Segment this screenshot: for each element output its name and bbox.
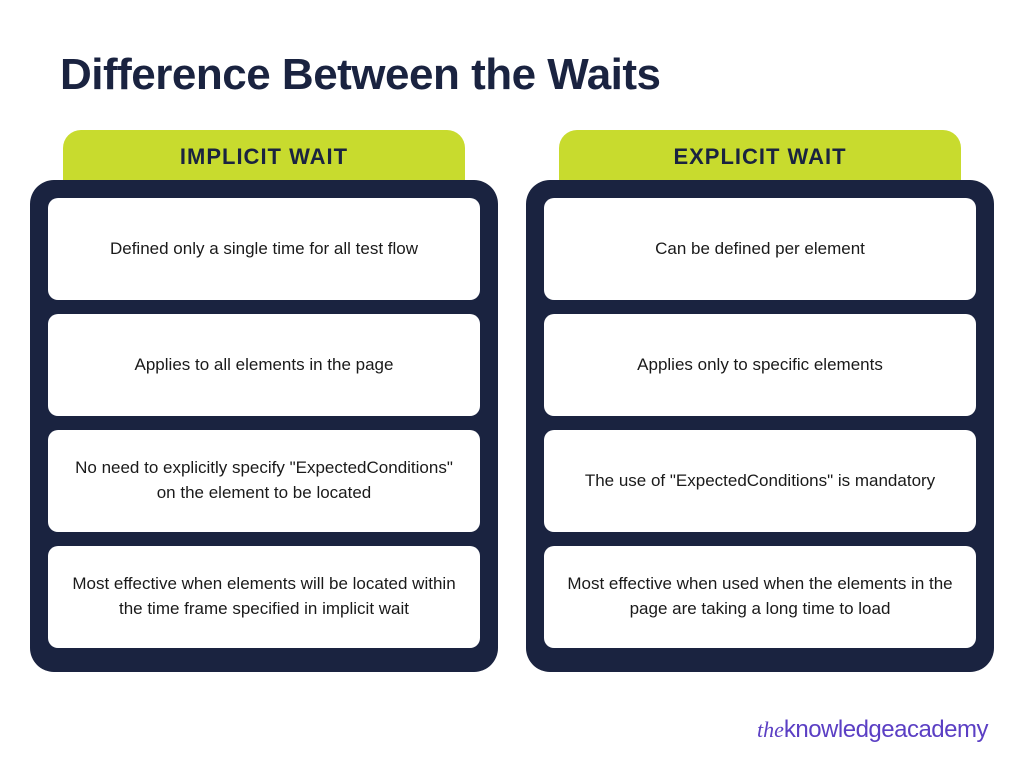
comparison-columns: IMPLICIT WAIT Defined only a single time… [0,100,1024,672]
list-item: No need to explicitly specify "ExpectedC… [48,430,480,532]
explicit-wait-body: Can be defined per element Applies only … [526,180,994,672]
list-item: Most effective when used when the elemen… [544,546,976,648]
attribution-logo: theknowledgeacademy [757,716,988,744]
implicit-wait-column: IMPLICIT WAIT Defined only a single time… [30,130,498,672]
page-title: Difference Between the Waits [0,0,1024,100]
attribution-the: the [757,717,784,742]
list-item: Applies only to specific elements [544,314,976,416]
list-item: Most effective when elements will be loc… [48,546,480,648]
attribution-knowledge: knowledge [784,716,894,743]
list-item: Defined only a single time for all test … [48,198,480,300]
explicit-wait-column: EXPLICIT WAIT Can be defined per element… [526,130,994,672]
implicit-wait-body: Defined only a single time for all test … [30,180,498,672]
list-item: Applies to all elements in the page [48,314,480,416]
list-item: Can be defined per element [544,198,976,300]
list-item: The use of "ExpectedConditions" is manda… [544,430,976,532]
attribution-academy: academy [894,716,988,743]
